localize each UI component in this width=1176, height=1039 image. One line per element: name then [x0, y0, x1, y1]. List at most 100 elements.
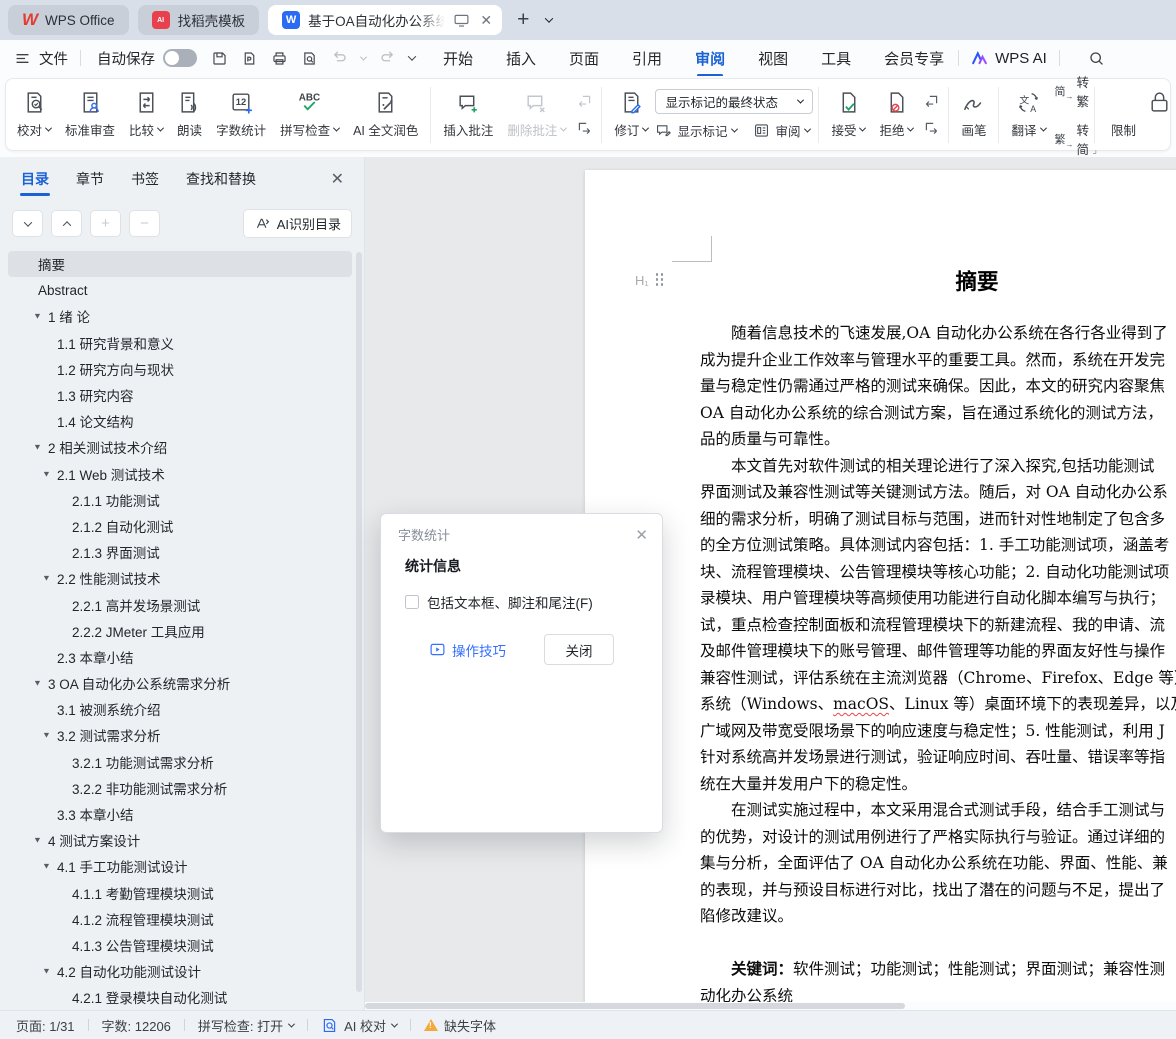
navigation-tab[interactable]: 查找和替换: [185, 158, 257, 198]
toc-item[interactable]: ▼ 4.1.1 考勤管理模块测试: [8, 880, 352, 906]
spellcheck-status[interactable]: 拼写检查: 打开: [198, 1016, 294, 1035]
menu-tab[interactable]: 会员专享: [882, 41, 946, 76]
toc-item[interactable]: ▼ 3.2 测试需求分析: [8, 722, 352, 748]
expand-triangle-icon[interactable]: ▼: [42, 574, 51, 583]
expand-triangle-icon[interactable]: ▼: [33, 443, 42, 452]
restrict-editing-button[interactable]: 限制: [1102, 87, 1176, 142]
proofread-button[interactable]: 校对: [10, 87, 58, 142]
page-indicator[interactable]: 页面: 1/31: [16, 1016, 75, 1035]
word-count-button[interactable]: 12 字数统计: [209, 87, 273, 142]
toc-item[interactable]: ▼ 4 测试方案设计: [8, 827, 352, 853]
zoom-out-toc-button[interactable]: −: [129, 210, 160, 237]
reject-change-button[interactable]: 拒绝: [872, 87, 920, 142]
track-changes-button[interactable]: 修订: [607, 87, 655, 142]
navigation-tab[interactable]: 书签: [130, 158, 160, 198]
toc-item[interactable]: ▼ 2.1.2 自动化测试: [8, 513, 352, 539]
accept-change-button[interactable]: 接受: [824, 87, 872, 142]
wps-ai-button[interactable]: WPS AI: [971, 50, 1047, 67]
ai-polish-button[interactable]: AI 全文润色: [346, 87, 425, 142]
toc-item[interactable]: ▼ 2.2.1 高并发场景测试: [8, 591, 352, 617]
toc-item[interactable]: ▼ 1 绪 论: [8, 303, 352, 329]
collapse-all-button[interactable]: [12, 210, 43, 237]
navigation-tab[interactable]: 章节: [75, 158, 105, 198]
standard-review-button[interactable]: 标准审查: [58, 87, 122, 142]
more-commands-chevron-icon[interactable]: [408, 52, 416, 60]
missing-font-warning[interactable]: 缺失字体: [424, 1016, 496, 1035]
menu-tab[interactable]: 开始: [441, 41, 475, 76]
print-preview-icon[interactable]: [301, 50, 318, 67]
save-icon[interactable]: [211, 50, 228, 67]
toc-item[interactable]: ▼ 4.1 手工功能测试设计: [8, 853, 352, 879]
undo-history-chevron-icon[interactable]: [360, 53, 367, 60]
zoom-in-toc-button[interactable]: +: [90, 210, 121, 237]
toc-item[interactable]: ▼ 2.1 Web 测试技术: [8, 461, 352, 487]
close-pane-icon[interactable]: ✕: [331, 169, 344, 189]
toc-item[interactable]: ▼ 1.4 论文结构: [8, 408, 352, 434]
read-aloud-button[interactable]: 朗读: [170, 87, 209, 142]
toc-item[interactable]: ▼ 4.2.1 登录模块自动化测试: [8, 984, 352, 1010]
document-page[interactable]: H₁ 摘要 随着信息技术的飞速发展,OA 自动化办公系统在各行各业得到了成为提升…: [585, 170, 1176, 1010]
review-pane-button[interactable]: 审阅: [753, 121, 810, 140]
expand-triangle-icon[interactable]: ▼: [42, 862, 51, 871]
toc-item[interactable]: ▼ 3.3 本章小结: [8, 801, 352, 827]
new-tab-button[interactable]: +: [511, 8, 535, 32]
spellcheck-button[interactable]: ABC 拼写检查: [273, 87, 346, 142]
close-dialog-button[interactable]: 关闭: [544, 634, 614, 665]
tab-document[interactable]: W 基于OA自动化办公系统的系统 ✕: [268, 5, 502, 35]
toc-item[interactable]: ▼ 4.1.3 公告管理模块测试: [8, 932, 352, 958]
include-footnotes-checkbox[interactable]: [405, 595, 419, 609]
close-tab-icon[interactable]: ✕: [478, 12, 494, 29]
next-change-icon[interactable]: [923, 120, 940, 137]
expand-triangle-icon[interactable]: ▼: [33, 679, 42, 688]
expand-triangle-icon[interactable]: ▼: [33, 312, 42, 321]
toc-item[interactable]: ▼ 2 相关测试技术介绍: [8, 434, 352, 460]
ink-brush-button[interactable]: 画笔: [954, 87, 993, 142]
previous-change-icon[interactable]: [923, 93, 940, 110]
navigation-tab[interactable]: 目录: [20, 158, 50, 198]
word-count-indicator[interactable]: 字数: 12206: [102, 1016, 171, 1035]
group-expand-icon[interactable]: ⌟: [1092, 145, 1097, 156]
menu-tab[interactable]: 页面: [567, 41, 601, 76]
next-comment-icon[interactable]: [576, 120, 593, 137]
translate-button[interactable]: 文A 翻译: [1004, 87, 1052, 142]
toc-item[interactable]: ▼ Abstract: [8, 277, 352, 303]
redo-icon[interactable]: [379, 48, 396, 69]
toc-item[interactable]: ▼ 3 OA 自动化办公系统需求分析: [8, 670, 352, 696]
previous-comment-icon[interactable]: [576, 93, 593, 110]
expand-triangle-icon[interactable]: ▼: [42, 731, 51, 740]
toc-item[interactable]: ▼ 1.3 研究内容: [8, 382, 352, 408]
undo-icon[interactable]: [331, 48, 348, 69]
tips-link[interactable]: 操作技巧: [429, 640, 506, 660]
expand-all-button[interactable]: [51, 210, 82, 237]
expand-triangle-icon[interactable]: ▼: [42, 469, 51, 478]
toc-item[interactable]: ▼ 1.2 研究方向与现状: [8, 356, 352, 382]
toc-item[interactable]: ▼ 2.1.3 界面测试: [8, 539, 352, 565]
insert-comment-button[interactable]: 插入批注: [436, 87, 500, 142]
close-dialog-icon[interactable]: ✕: [635, 526, 648, 544]
show-markup-button[interactable]: 显示标记: [655, 121, 737, 140]
toc-item[interactable]: ▼ 3.2.2 非功能测试需求分析: [8, 775, 352, 801]
tab-docer-templates[interactable]: AI 找稻壳模板: [138, 5, 260, 35]
delete-comment-button[interactable]: 删除批注: [500, 87, 573, 142]
toc-item[interactable]: ▼ 3.2.1 功能测试需求分析: [8, 749, 352, 775]
toc-item[interactable]: ▼ 3.1 被测系统介绍: [8, 696, 352, 722]
toc-item[interactable]: ▼ 摘要: [8, 251, 352, 277]
menu-tab[interactable]: 引用: [630, 41, 664, 76]
toc-item[interactable]: ▼ 2.1.1 功能测试: [8, 487, 352, 513]
menu-tab[interactable]: 审阅: [693, 41, 727, 76]
tab-wps-office[interactable]: W WPS Office: [8, 5, 129, 35]
sidebar-scrollbar[interactable]: [356, 252, 362, 992]
expand-triangle-icon[interactable]: ▼: [42, 967, 51, 976]
horizontal-scrollbar[interactable]: [365, 1002, 1176, 1010]
toc-item[interactable]: ▼ 4.1.2 流程管理模块测试: [8, 906, 352, 932]
markup-state-dropdown[interactable]: 显示标记的最终状态: [655, 89, 813, 114]
menu-tab[interactable]: 插入: [504, 41, 538, 76]
toc-item[interactable]: ▼ 4.2 自动化功能测试设计: [8, 958, 352, 984]
simplified-to-traditional-button[interactable]: 简→ 转繁: [1055, 72, 1090, 110]
expand-triangle-icon[interactable]: ▼: [33, 836, 42, 845]
menu-tab[interactable]: 工具: [819, 41, 853, 76]
file-menu-button[interactable]: 文件: [14, 48, 68, 69]
ai-proofread-button[interactable]: AI 校对: [321, 1016, 397, 1035]
menu-tab[interactable]: 视图: [756, 41, 790, 76]
compare-button[interactable]: 比较: [122, 87, 170, 142]
